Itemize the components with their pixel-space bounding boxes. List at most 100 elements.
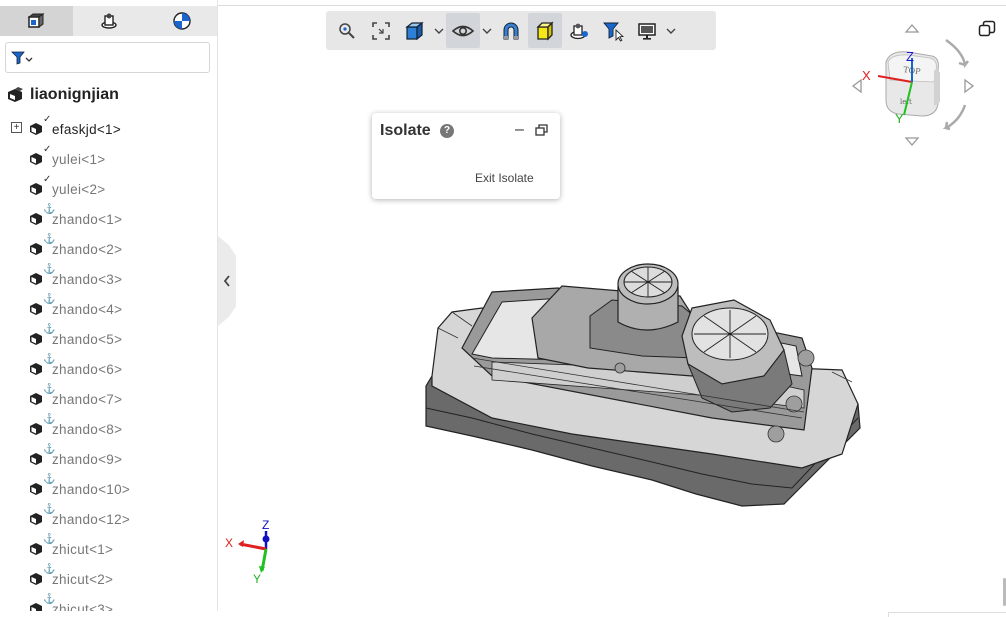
part-cube-icon bbox=[30, 363, 42, 375]
material-ball-icon bbox=[172, 12, 191, 30]
triad-y-label: Y bbox=[253, 572, 261, 586]
tab-part[interactable] bbox=[73, 6, 146, 36]
display-dropdown[interactable] bbox=[664, 13, 678, 48]
tree-item[interactable]: ⚓ zhando<3> bbox=[0, 264, 217, 294]
expand-toggle[interactable]: + bbox=[11, 122, 22, 133]
arrow-up-icon[interactable] bbox=[904, 24, 920, 33]
part-settings-icon bbox=[570, 23, 588, 39]
panel-collapse-handle[interactable] bbox=[218, 236, 236, 326]
tree-item[interactable]: ⚓ zhando<7> bbox=[0, 384, 217, 414]
tree-item[interactable]: ✓ yulei<2> bbox=[0, 174, 217, 204]
part-cube-icon bbox=[30, 303, 42, 315]
view-cube-dropdown[interactable] bbox=[432, 13, 446, 48]
assembly-tree-icon bbox=[27, 13, 45, 28]
part-cube-icon bbox=[30, 393, 42, 405]
vc-z-label: Z bbox=[906, 49, 914, 64]
tree-root[interactable]: liaonignjian bbox=[6, 84, 119, 106]
zoom-icon bbox=[339, 22, 355, 39]
tree-item-label: zhicut<2> bbox=[52, 572, 114, 587]
tree-item-label: zhando<1> bbox=[52, 212, 123, 227]
filter-select-button[interactable] bbox=[596, 13, 630, 48]
status-mark-icon: ✓ bbox=[43, 144, 52, 155]
tree-item-label: zhando<6> bbox=[52, 362, 123, 377]
part-cube-icon bbox=[30, 453, 42, 465]
part-settings-button[interactable] bbox=[562, 13, 596, 48]
tree-item[interactable]: + ✓ efaskjd<1> bbox=[0, 114, 217, 144]
part-cube-icon bbox=[30, 543, 42, 555]
panel-tabs bbox=[0, 6, 217, 36]
tree-item[interactable]: ✓ yulei<1> bbox=[0, 144, 217, 174]
arrow-down-icon[interactable] bbox=[904, 137, 920, 146]
tree-item[interactable]: ⚓ zhicut<1> bbox=[0, 534, 217, 564]
tree-item[interactable]: ⚓ zhicut<3> bbox=[0, 594, 217, 611]
tree-item[interactable]: ⚓ zhando<1> bbox=[0, 204, 217, 234]
tree-item-label: yulei<2> bbox=[52, 182, 106, 197]
tree-item-label: efaskjd<1> bbox=[52, 122, 122, 137]
part-cube-icon bbox=[30, 483, 42, 495]
tree-item-label: zhando<12> bbox=[52, 512, 131, 527]
tree-item[interactable]: ⚓ zhando<9> bbox=[0, 444, 217, 474]
tree-item[interactable]: ⚓ zhando<4> bbox=[0, 294, 217, 324]
rotate-cw-icon[interactable] bbox=[945, 38, 969, 69]
part-cube-icon bbox=[30, 123, 42, 135]
tree-item[interactable]: ⚓ zhando<8> bbox=[0, 414, 217, 444]
status-corner bbox=[888, 612, 1006, 617]
tree-item-label: zhando<5> bbox=[52, 332, 123, 347]
filter-icon bbox=[11, 51, 33, 65]
part-gear-icon bbox=[101, 13, 117, 29]
part-cube-icon bbox=[30, 273, 42, 285]
tab-material[interactable] bbox=[145, 6, 217, 36]
tree-item-label: zhando<7> bbox=[52, 392, 123, 407]
triad-z-label: Z bbox=[262, 518, 269, 532]
tree-item[interactable]: ⚓ zhando<10> bbox=[0, 474, 217, 504]
window-restore-icon[interactable] bbox=[978, 20, 996, 38]
tab-assembly[interactable] bbox=[0, 6, 73, 36]
vc-y-label: Y bbox=[895, 111, 904, 126]
vc-x-label: X bbox=[862, 68, 871, 83]
part-cube-icon bbox=[30, 573, 42, 585]
chevron-left-icon bbox=[223, 275, 230, 287]
tree-item-label: zhando<9> bbox=[52, 452, 123, 467]
tree-item[interactable]: ⚓ zhando<2> bbox=[0, 234, 217, 264]
help-icon[interactable]: ? bbox=[440, 124, 454, 138]
arrow-left-icon[interactable] bbox=[851, 78, 862, 94]
tree-item[interactable]: ⚓ zhicut<2> bbox=[0, 564, 217, 594]
display-button[interactable] bbox=[630, 13, 664, 48]
magnet-button[interactable] bbox=[494, 13, 528, 48]
part-cube-icon bbox=[30, 513, 42, 525]
tree-items: + ✓ efaskjd<1> ✓ yulei<1> ✓ yulei<2> ⚓ zhando<1>… bbox=[0, 114, 217, 611]
tree-item[interactable]: ⚓ zhando<12> bbox=[0, 504, 217, 534]
status-mark-icon: ✓ bbox=[43, 114, 52, 125]
filter-select-icon bbox=[603, 22, 624, 42]
minimize-button[interactable]: – bbox=[515, 121, 524, 139]
isolate-button[interactable] bbox=[528, 13, 562, 48]
visibility-button[interactable] bbox=[446, 13, 480, 48]
status-mark-icon: ✓ bbox=[43, 174, 52, 185]
arrow-right-icon[interactable] bbox=[964, 78, 975, 94]
visibility-dropdown[interactable] bbox=[480, 13, 494, 48]
view-cube-navigator[interactable]: TOP left X Z Y bbox=[848, 20, 978, 150]
triad-x-label: X bbox=[225, 536, 233, 550]
tree-item-label: zhando<8> bbox=[52, 422, 123, 437]
chevron-down-icon bbox=[666, 28, 676, 34]
part-cube-icon bbox=[30, 603, 42, 611]
tree-item[interactable]: ⚓ zhando<5> bbox=[0, 324, 217, 354]
tree-item-label: zhicut<1> bbox=[52, 542, 114, 557]
tree-item-label: zhando<10> bbox=[52, 482, 131, 497]
restore-icon[interactable] bbox=[535, 124, 548, 136]
cad-model-view[interactable] bbox=[412, 258, 867, 518]
tree-filter[interactable] bbox=[5, 42, 210, 73]
isolate-box-icon bbox=[536, 20, 554, 41]
part-cube-icon bbox=[30, 213, 42, 225]
exit-isolate-button[interactable]: Exit Isolate bbox=[475, 171, 534, 185]
chevron-down-icon bbox=[482, 28, 492, 34]
rotate-ccw-icon[interactable] bbox=[942, 104, 967, 131]
tree-item-label: zhando<2> bbox=[52, 242, 123, 257]
part-cube-icon bbox=[30, 333, 42, 345]
tree-item[interactable]: ⚓ zhando<6> bbox=[0, 354, 217, 384]
view-cube-button[interactable] bbox=[398, 13, 432, 48]
view-toolbar bbox=[326, 11, 716, 50]
fit-view-button[interactable] bbox=[364, 13, 398, 48]
zoom-button[interactable] bbox=[330, 13, 364, 48]
magnet-icon bbox=[503, 22, 519, 39]
